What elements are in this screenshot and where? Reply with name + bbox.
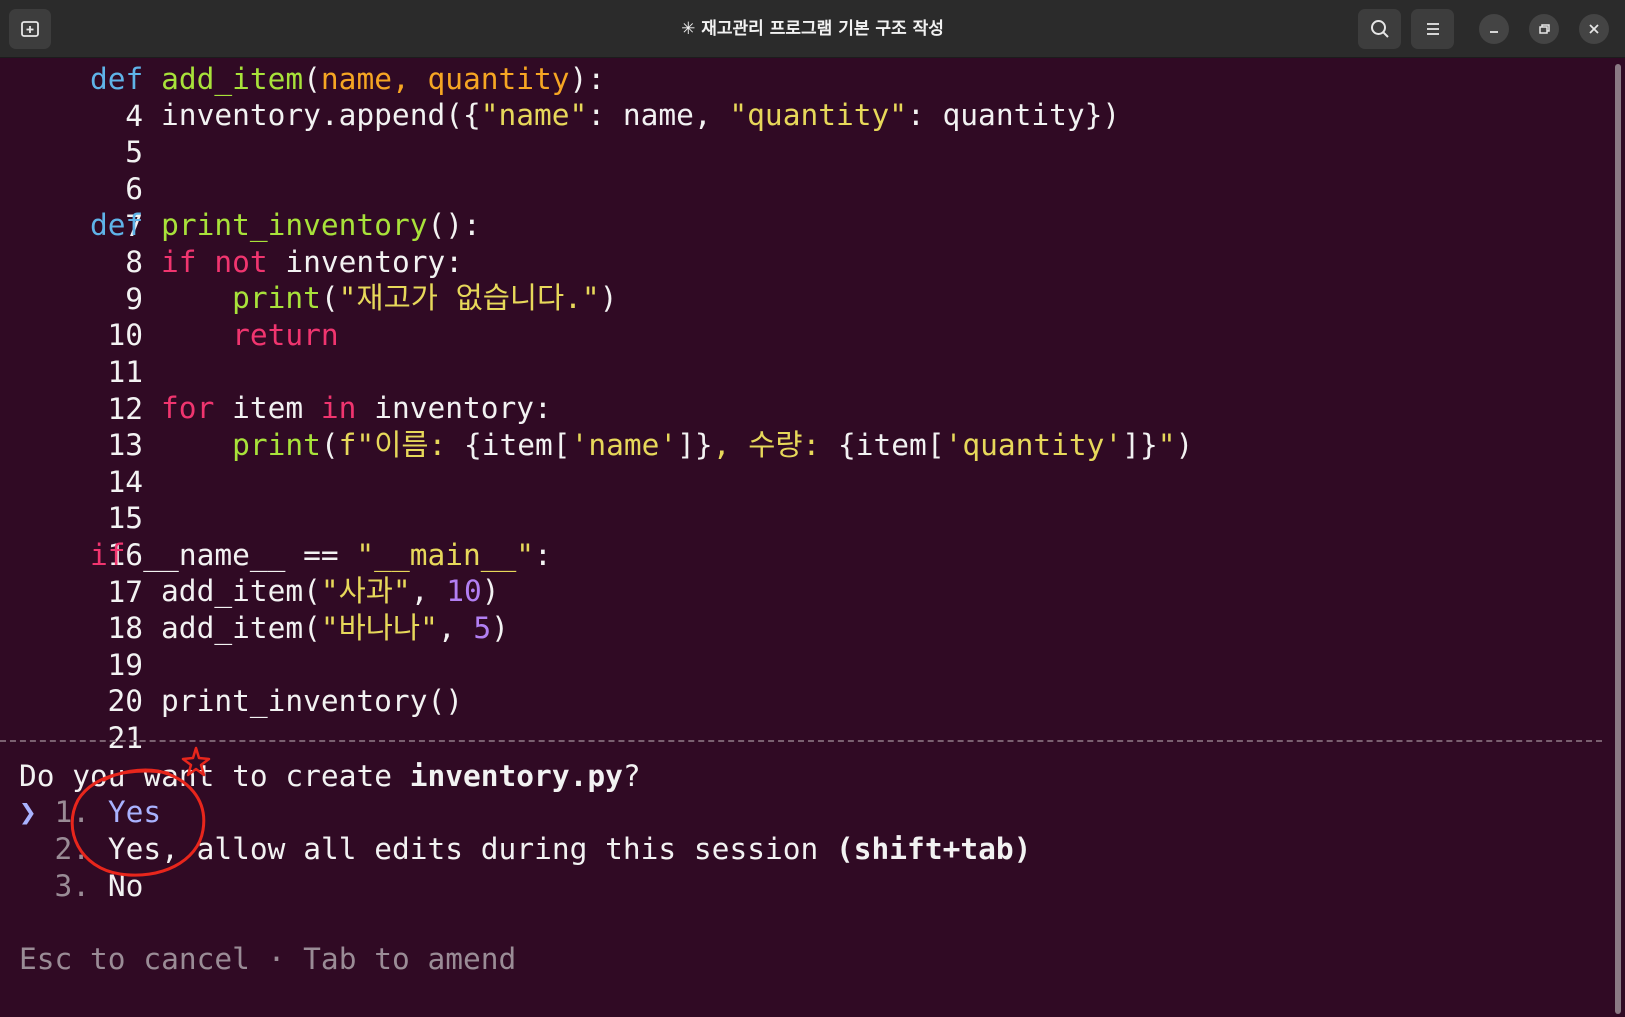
code-line: 15 [0,463,144,535]
prompt-footer-hint: Esc to cancel · Tab to amend [19,942,517,976]
code-line: 5 inventory.append({"name": name, "quant… [0,97,1120,169]
close-button[interactable] [1579,14,1609,44]
scrollbar-thumb[interactable] [1615,64,1621,1014]
minimize-button[interactable] [1479,14,1509,44]
code-line: 9 if not inventory: [0,244,463,316]
code-line: 8 def print_inventory(): [0,207,481,279]
code-line: 17 if __name__ == "__main__": [0,537,552,609]
close-icon [1589,24,1599,34]
terminal-pane[interactable]: 4 def add_item(name, quantity): 5 invent… [0,58,1612,1017]
code-line: 13 for item in inventory: [0,390,552,462]
prompt-question: Do you want to create inventory.py? [19,759,641,793]
code-line: 16 [0,500,144,572]
option-no[interactable]: 3. No [19,868,144,905]
code-line: 14 print(f"이름: {item['name']}, 수량: {item… [0,427,1194,499]
new-tab-icon [21,21,39,37]
dashed-separator [0,740,1602,742]
code-line: 4 def add_item(name, quantity): [0,61,605,133]
hamburger-menu-icon [1426,23,1439,35]
search-icon [1370,20,1389,38]
code-line: 20 [0,646,144,718]
new-tab-button[interactable] [9,9,51,49]
menu-button[interactable] [1411,9,1454,49]
line-number: 21 [107,721,144,755]
code-line: 7 [0,171,143,243]
scrollbar[interactable] [1612,58,1625,1017]
code-line: 21 print_inventory() [0,683,463,755]
code-line: 12 [0,354,144,426]
code-line: 10 print("재고가 없습니다.") [0,280,618,352]
minimize-icon [1490,31,1498,33]
code-line: 6 [0,134,143,206]
option-yes-allow-all[interactable]: 2. Yes, allow all edits during this sess… [19,831,1032,868]
search-button[interactable] [1358,9,1401,49]
code-line: 18 add_item("사과", 10) [0,573,500,645]
title-bar: ✳ 재고관리 프로그램 기본 구조 작성 [0,0,1625,58]
selection-cursor-icon: ❯ [19,795,37,829]
option-yes[interactable]: ❯ 1. Yes [19,794,161,831]
maximize-button[interactable] [1529,14,1559,44]
code-line: 19 add_item("바나나", 5) [0,610,509,682]
restore-icon [1539,24,1550,34]
code-line: 11 return [0,317,339,389]
